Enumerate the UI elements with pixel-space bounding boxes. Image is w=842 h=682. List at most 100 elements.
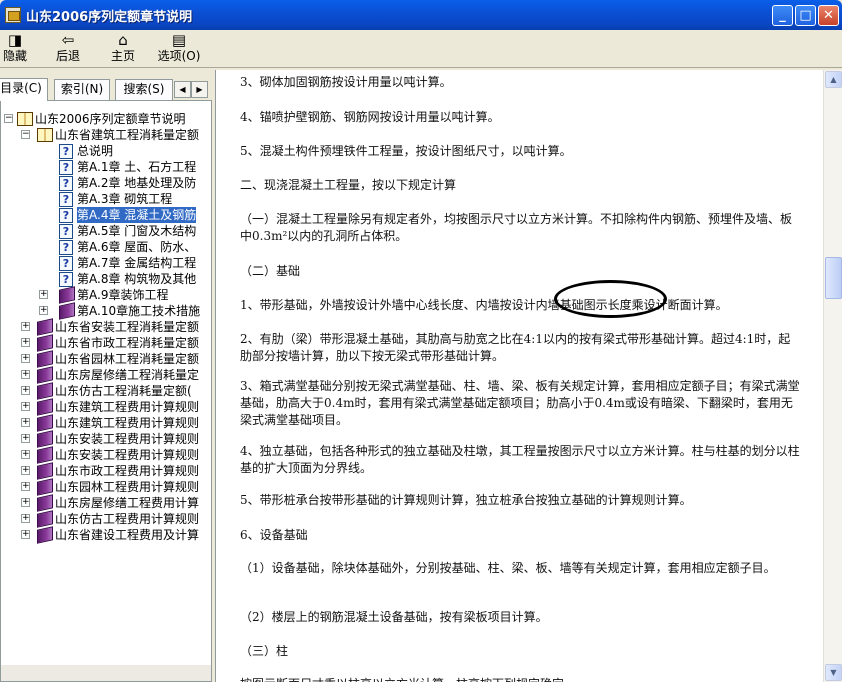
paragraph: （二）基础: [240, 264, 301, 278]
expand-icon[interactable]: +: [21, 402, 30, 411]
paragraph: 4、独立基础，包括各种形式的独立基础及柱墩，其工程量按图示尺寸以立方米计算。柱与…: [240, 444, 800, 475]
help-book-icon: [5, 7, 21, 23]
tree-node[interactable]: + 第A.9章装饰工程: [1, 286, 211, 304]
tree-node[interactable]: ? 第A.6章 屋面、防水、: [1, 239, 211, 255]
tree-node[interactable]: + 山东安装工程费用计算规则: [1, 446, 211, 464]
paragraph: 3、砌体加固钢筋按设计用量以吨计算。: [240, 75, 452, 89]
help-page-icon: ?: [59, 240, 73, 255]
tree-node[interactable]: + 山东仿古工程消耗量定额(: [1, 382, 211, 400]
vertical-scrollbar[interactable]: ▲ ▼: [823, 70, 842, 682]
tree-node-label: 第A.5章 门窗及木结构: [77, 224, 197, 238]
expand-icon[interactable]: +: [21, 434, 30, 443]
tab-index[interactable]: 索引(N): [54, 79, 110, 100]
tab-search[interactable]: 搜索(S): [115, 79, 173, 100]
options-icon: ▤: [171, 31, 187, 49]
tree-node[interactable]: + 第A.10章施工技术措施: [1, 302, 211, 320]
title-bar[interactable]: 山东2006序列定额章节说明 _ □ ✕: [0, 0, 842, 30]
tree-horizontal-scrollbar[interactable]: [1, 665, 211, 681]
paragraph: （三）柱: [240, 644, 289, 658]
expand-icon[interactable]: +: [21, 338, 30, 347]
expand-icon[interactable]: +: [21, 482, 30, 491]
paragraph: 5、混凝土构件预埋铁件工程量，按设计图纸尺寸，以吨计算。: [240, 144, 572, 158]
collapse-icon[interactable]: −: [21, 130, 30, 139]
open-book-icon: [37, 128, 53, 142]
paragraph: 二、现浇混凝土工程量，按以下规定计算: [240, 178, 457, 192]
help-page-icon: ?: [59, 144, 73, 159]
tab-scroll-right-icon[interactable]: ▶: [191, 81, 208, 98]
tree-node[interactable]: ? 第A.4章 混凝土及钢筋: [1, 207, 211, 223]
collapse-icon[interactable]: −: [4, 114, 13, 123]
tree-node[interactable]: + 山东房屋修缮工程消耗量定: [1, 366, 211, 384]
tree-node[interactable]: ? 第A.7章 金属结构工程: [1, 255, 211, 271]
tree-node[interactable]: ? 第A.8章 构筑物及其他: [1, 271, 211, 287]
expand-icon[interactable]: +: [39, 290, 48, 299]
scroll-down-icon[interactable]: ▼: [825, 664, 842, 681]
tab-scroll-left-icon[interactable]: ◀: [174, 81, 191, 98]
home-icon: ⌂: [118, 31, 128, 49]
tree-node[interactable]: ? 第A.3章 砌筑工程: [1, 191, 211, 207]
expand-icon[interactable]: +: [21, 370, 30, 379]
tree-node[interactable]: + 山东安装工程费用计算规则: [1, 430, 211, 448]
contents-tree[interactable]: − 山东2006序列定额章节说明 − 山东省建筑工程消耗量定额? 总说明? 第A.1章 土…: [0, 100, 212, 682]
tree-node[interactable]: − 山东省建筑工程消耗量定额: [1, 127, 211, 143]
tab-contents[interactable]: 目录(C): [0, 78, 48, 101]
tree-node-label: 山东安装工程费用计算规则: [55, 432, 200, 446]
expand-icon[interactable]: +: [21, 418, 30, 427]
tree-node[interactable]: + 山东园林工程费用计算规则: [1, 478, 211, 496]
tree-node[interactable]: + 山东房屋修缮工程费用计算: [1, 494, 211, 512]
closed-book-icon: [37, 462, 53, 480]
expand-icon[interactable]: +: [21, 498, 30, 507]
tree-node[interactable]: + 山东省市政工程消耗量定额: [1, 334, 211, 352]
tree-node[interactable]: + 山东仿古工程费用计算规则: [1, 510, 211, 528]
tree-node[interactable]: ? 第A.2章 地基处理及防: [1, 175, 211, 191]
tree-node-label: 第A.8章 构筑物及其他: [77, 272, 197, 286]
topic-content: 3、砌体加固钢筋按设计用量以吨计算。 4、锚喷护壁钢筋、钢筋网按设计用量以吨计算。…: [216, 70, 821, 682]
tree-node-label: 山东省建筑工程消耗量定额: [55, 128, 200, 142]
options-button[interactable]: ▤ 选项(O): [156, 32, 202, 66]
help-page-icon: ?: [59, 224, 73, 239]
tree-node[interactable]: + 山东建筑工程费用计算规则: [1, 414, 211, 432]
tree-node[interactable]: ? 总说明: [1, 143, 211, 159]
navigation-pane: 目录(C) 索引(N) 搜索(S) ◀ ▶ − 山东2006序列定额章节说明 − 山东…: [0, 70, 212, 682]
closed-book-icon: [37, 414, 53, 432]
window-title: 山东2006序列定额章节说明: [26, 10, 193, 25]
scroll-thumb[interactable]: [825, 257, 842, 299]
closed-book-icon: [37, 382, 53, 400]
tree-node[interactable]: + 山东建筑工程费用计算规则: [1, 398, 211, 416]
expand-icon[interactable]: +: [21, 466, 30, 475]
tree-node[interactable]: + 山东省建设工程费用及计算: [1, 526, 211, 544]
nav-tabs: 目录(C) 索引(N) 搜索(S) ◀ ▶: [0, 78, 212, 101]
closed-book-icon: [59, 286, 75, 304]
expand-icon[interactable]: +: [21, 530, 30, 539]
hide-button[interactable]: ◨ 隐藏: [2, 32, 28, 66]
minimize-button[interactable]: _: [772, 5, 793, 26]
help-page-icon: ?: [59, 272, 73, 287]
tree-node-label: 山东省市政工程消耗量定额: [55, 336, 200, 350]
paragraph: 按图示断面尺寸乘以柱高以立方米计算。柱高按下列规定确定: [240, 676, 800, 682]
closed-book-icon: [37, 478, 53, 496]
expand-icon[interactable]: +: [21, 514, 30, 523]
tree-node[interactable]: + 山东省园林工程消耗量定额: [1, 350, 211, 368]
expand-icon[interactable]: +: [21, 322, 30, 331]
back-button[interactable]: ⇦ 后退: [54, 32, 82, 66]
closed-book-icon: [37, 334, 53, 352]
tree-node-label: 第A.9章装饰工程: [77, 288, 169, 302]
expand-icon[interactable]: +: [21, 386, 30, 395]
home-button[interactable]: ⌂ 主页: [109, 32, 137, 66]
expand-icon[interactable]: +: [21, 354, 30, 363]
highlight-oval-annotation: [554, 280, 667, 318]
maximize-button[interactable]: □: [795, 5, 816, 26]
closed-book-icon: [37, 430, 53, 448]
help-window: 山东2006序列定额章节说明 _ □ ✕ ◨ 隐藏 ⇦ 后退 ⌂ 主页 ▤ 选项…: [0, 0, 842, 682]
scroll-up-icon[interactable]: ▲: [825, 71, 842, 88]
tree-node[interactable]: − 山东2006序列定额章节说明: [1, 111, 211, 127]
expand-icon[interactable]: +: [39, 306, 48, 315]
tree-node-label: 山东省园林工程消耗量定额: [55, 352, 200, 366]
tree-node[interactable]: ? 第A.1章 土、石方工程: [1, 159, 211, 175]
tree-node-label: 第A.7章 金属结构工程: [77, 256, 197, 270]
close-button[interactable]: ✕: [818, 5, 839, 26]
expand-icon[interactable]: +: [21, 450, 30, 459]
tree-node[interactable]: + 山东市政工程费用计算规则: [1, 462, 211, 480]
tree-node[interactable]: ? 第A.5章 门窗及木结构: [1, 223, 211, 239]
tree-node[interactable]: + 山东省安装工程消耗量定额: [1, 318, 211, 336]
